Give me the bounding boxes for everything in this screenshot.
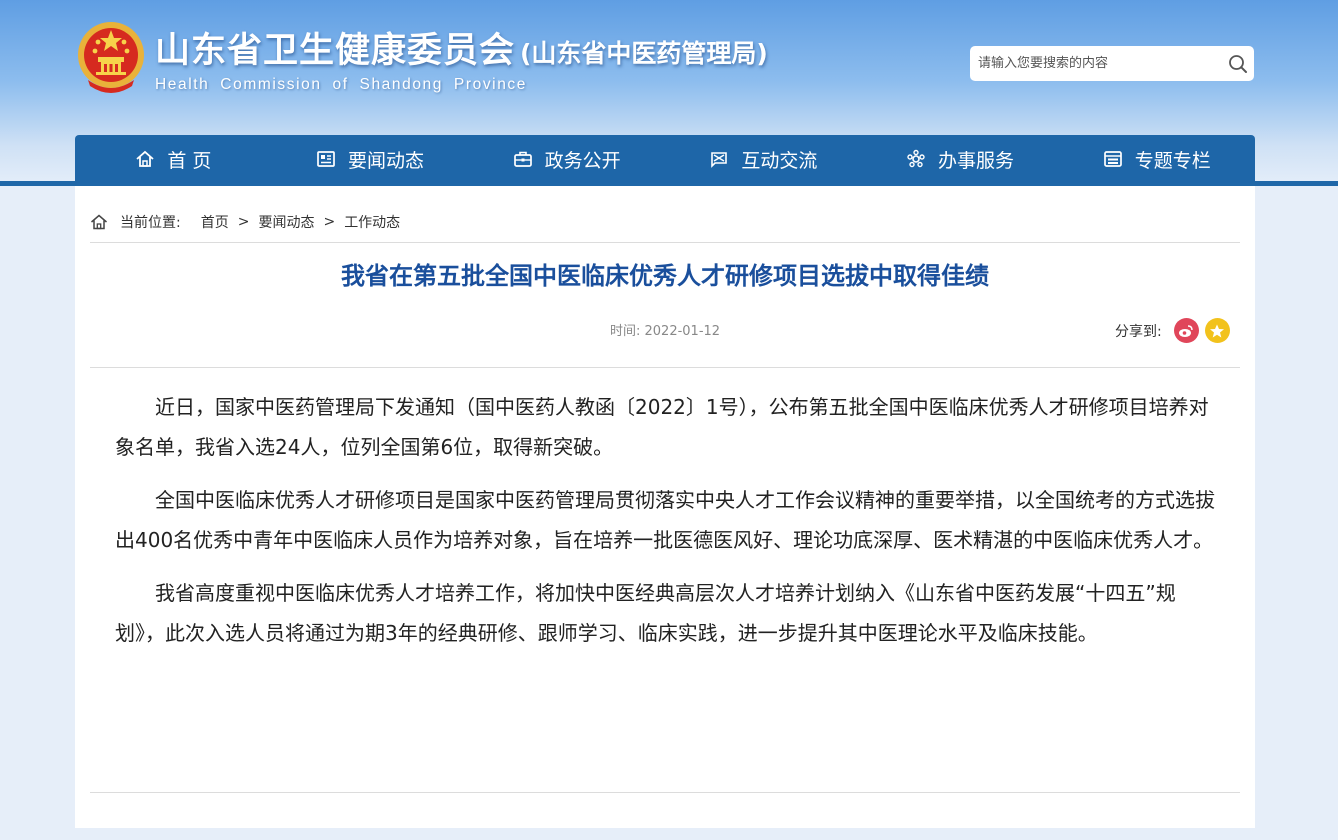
- nav-item-column[interactable]: 专题专栏: [1058, 135, 1255, 183]
- article-paragraph: 近日，国家中医药管理局下发通知（国中医药人教函〔2022〕1号），公布第五批全国…: [115, 395, 1209, 459]
- share-bar: 分享到:: [1115, 318, 1230, 343]
- breadcrumb-label: 当前位置:: [120, 215, 181, 231]
- nav-label: 办事服务: [938, 149, 1015, 172]
- nav-label: 要闻动态: [348, 149, 425, 172]
- article-paragraph: 我省高度重视中医临床优秀人才培养工作，将加快中医经典高层次人才培养计划纳入《山东…: [115, 581, 1176, 645]
- nav-item-home[interactable]: 首 页: [75, 135, 272, 183]
- site-title: 山东省卫生健康委员会: [155, 31, 516, 71]
- national-emblem-icon: [78, 22, 144, 93]
- divider: [90, 367, 1240, 368]
- search-input[interactable]: [978, 46, 1223, 81]
- weibo-share-button[interactable]: [1173, 318, 1199, 343]
- breadcrumb-work-news[interactable]: 工作动态: [344, 212, 400, 232]
- home-icon: [91, 214, 107, 230]
- nav-item-news[interactable]: 要闻动态: [272, 135, 469, 183]
- nav-label: 政务公开: [544, 149, 621, 172]
- breadcrumb-news[interactable]: 要闻动态: [258, 212, 314, 232]
- breadcrumb-separator: >: [323, 214, 336, 230]
- article-container: 当前位置: 首页 > 要闻动态 > 工作动态 我省在第五批全国中医临床优秀人才研…: [75, 186, 1255, 828]
- article-date: 时间: 2022-01-12: [610, 324, 721, 339]
- article-body: 近日，国家中医药管理局下发通知（国中医药人教函〔2022〕1号），公布第五批全国…: [115, 388, 1215, 667]
- site-subtitle: (山东省中医药管理局): [520, 39, 768, 68]
- search-icon[interactable]: [1228, 54, 1248, 74]
- qzone-share-button[interactable]: [1204, 318, 1230, 343]
- column-icon: [1103, 151, 1122, 167]
- nav-item-affairs[interactable]: 政务公开: [468, 135, 665, 183]
- service-icon: [907, 149, 925, 168]
- nav-item-service[interactable]: 办事服务: [862, 135, 1059, 183]
- star-icon: [1210, 324, 1225, 337]
- breadcrumb-home[interactable]: 首页: [201, 212, 229, 232]
- briefcase-icon: [513, 151, 532, 167]
- nav-label: 首 页: [167, 149, 212, 172]
- search-box: [970, 46, 1254, 81]
- weibo-icon: [1179, 324, 1193, 337]
- interaction-icon: [711, 152, 728, 168]
- nav-label: 专题专栏: [1134, 149, 1211, 172]
- divider: [90, 242, 1240, 243]
- article-paragraph: 全国中医临床优秀人才研修项目是国家中医药管理局贯彻落实中央人才工作会议精神的重要…: [115, 488, 1215, 552]
- site-english-name: Health Commission of Shandong Province: [155, 76, 528, 93]
- home-icon: [136, 150, 154, 167]
- nav-label: 互动交流: [741, 149, 818, 172]
- share-label: 分享到:: [1115, 323, 1162, 340]
- breadcrumb-separator: >: [237, 214, 250, 230]
- nav-item-interaction[interactable]: 互动交流: [665, 135, 862, 183]
- divider: [90, 792, 1240, 793]
- main-nav: 首 页 要闻动态 政务公开 互动交流 办事服务 专题专栏: [75, 135, 1255, 183]
- breadcrumb: 当前位置: 首页 > 要闻动态 > 工作动态: [90, 212, 400, 232]
- article-title: 我省在第五批全国中医临床优秀人才研修项目选拔中取得佳绩: [341, 262, 989, 290]
- news-icon: [317, 151, 335, 167]
